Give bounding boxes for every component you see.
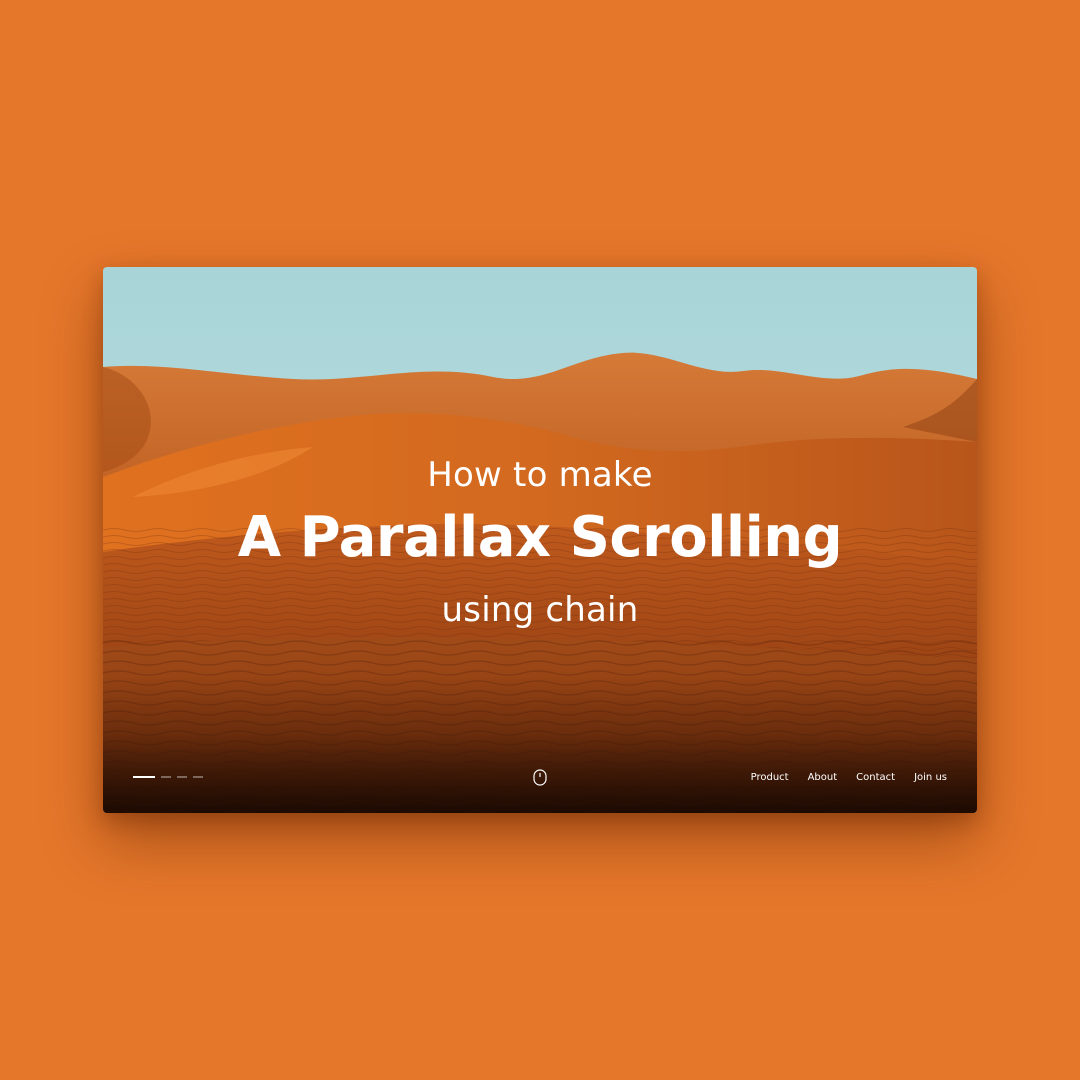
mouse-icon[interactable] [533,769,547,786]
hero-subtitle: using chain [441,590,639,630]
nav-link-contact[interactable]: Contact [856,771,895,785]
nav-link-product[interactable]: Product [751,771,789,785]
nav-link-about[interactable]: About [808,771,838,785]
hero-eyebrow: How to make [427,455,653,495]
slide-pager [133,776,203,780]
pager-dot-active[interactable] [133,776,155,778]
pager-dot[interactable] [193,776,203,778]
pager-dot[interactable] [177,776,187,778]
footer-nav: Product About Contact Join us [751,771,947,785]
hero-card: How to make A Parallax Scrolling using c… [103,267,977,813]
nav-link-join-us[interactable]: Join us [914,771,947,785]
hero-title: A Parallax Scrolling [237,505,843,570]
pager-dot[interactable] [161,776,171,778]
